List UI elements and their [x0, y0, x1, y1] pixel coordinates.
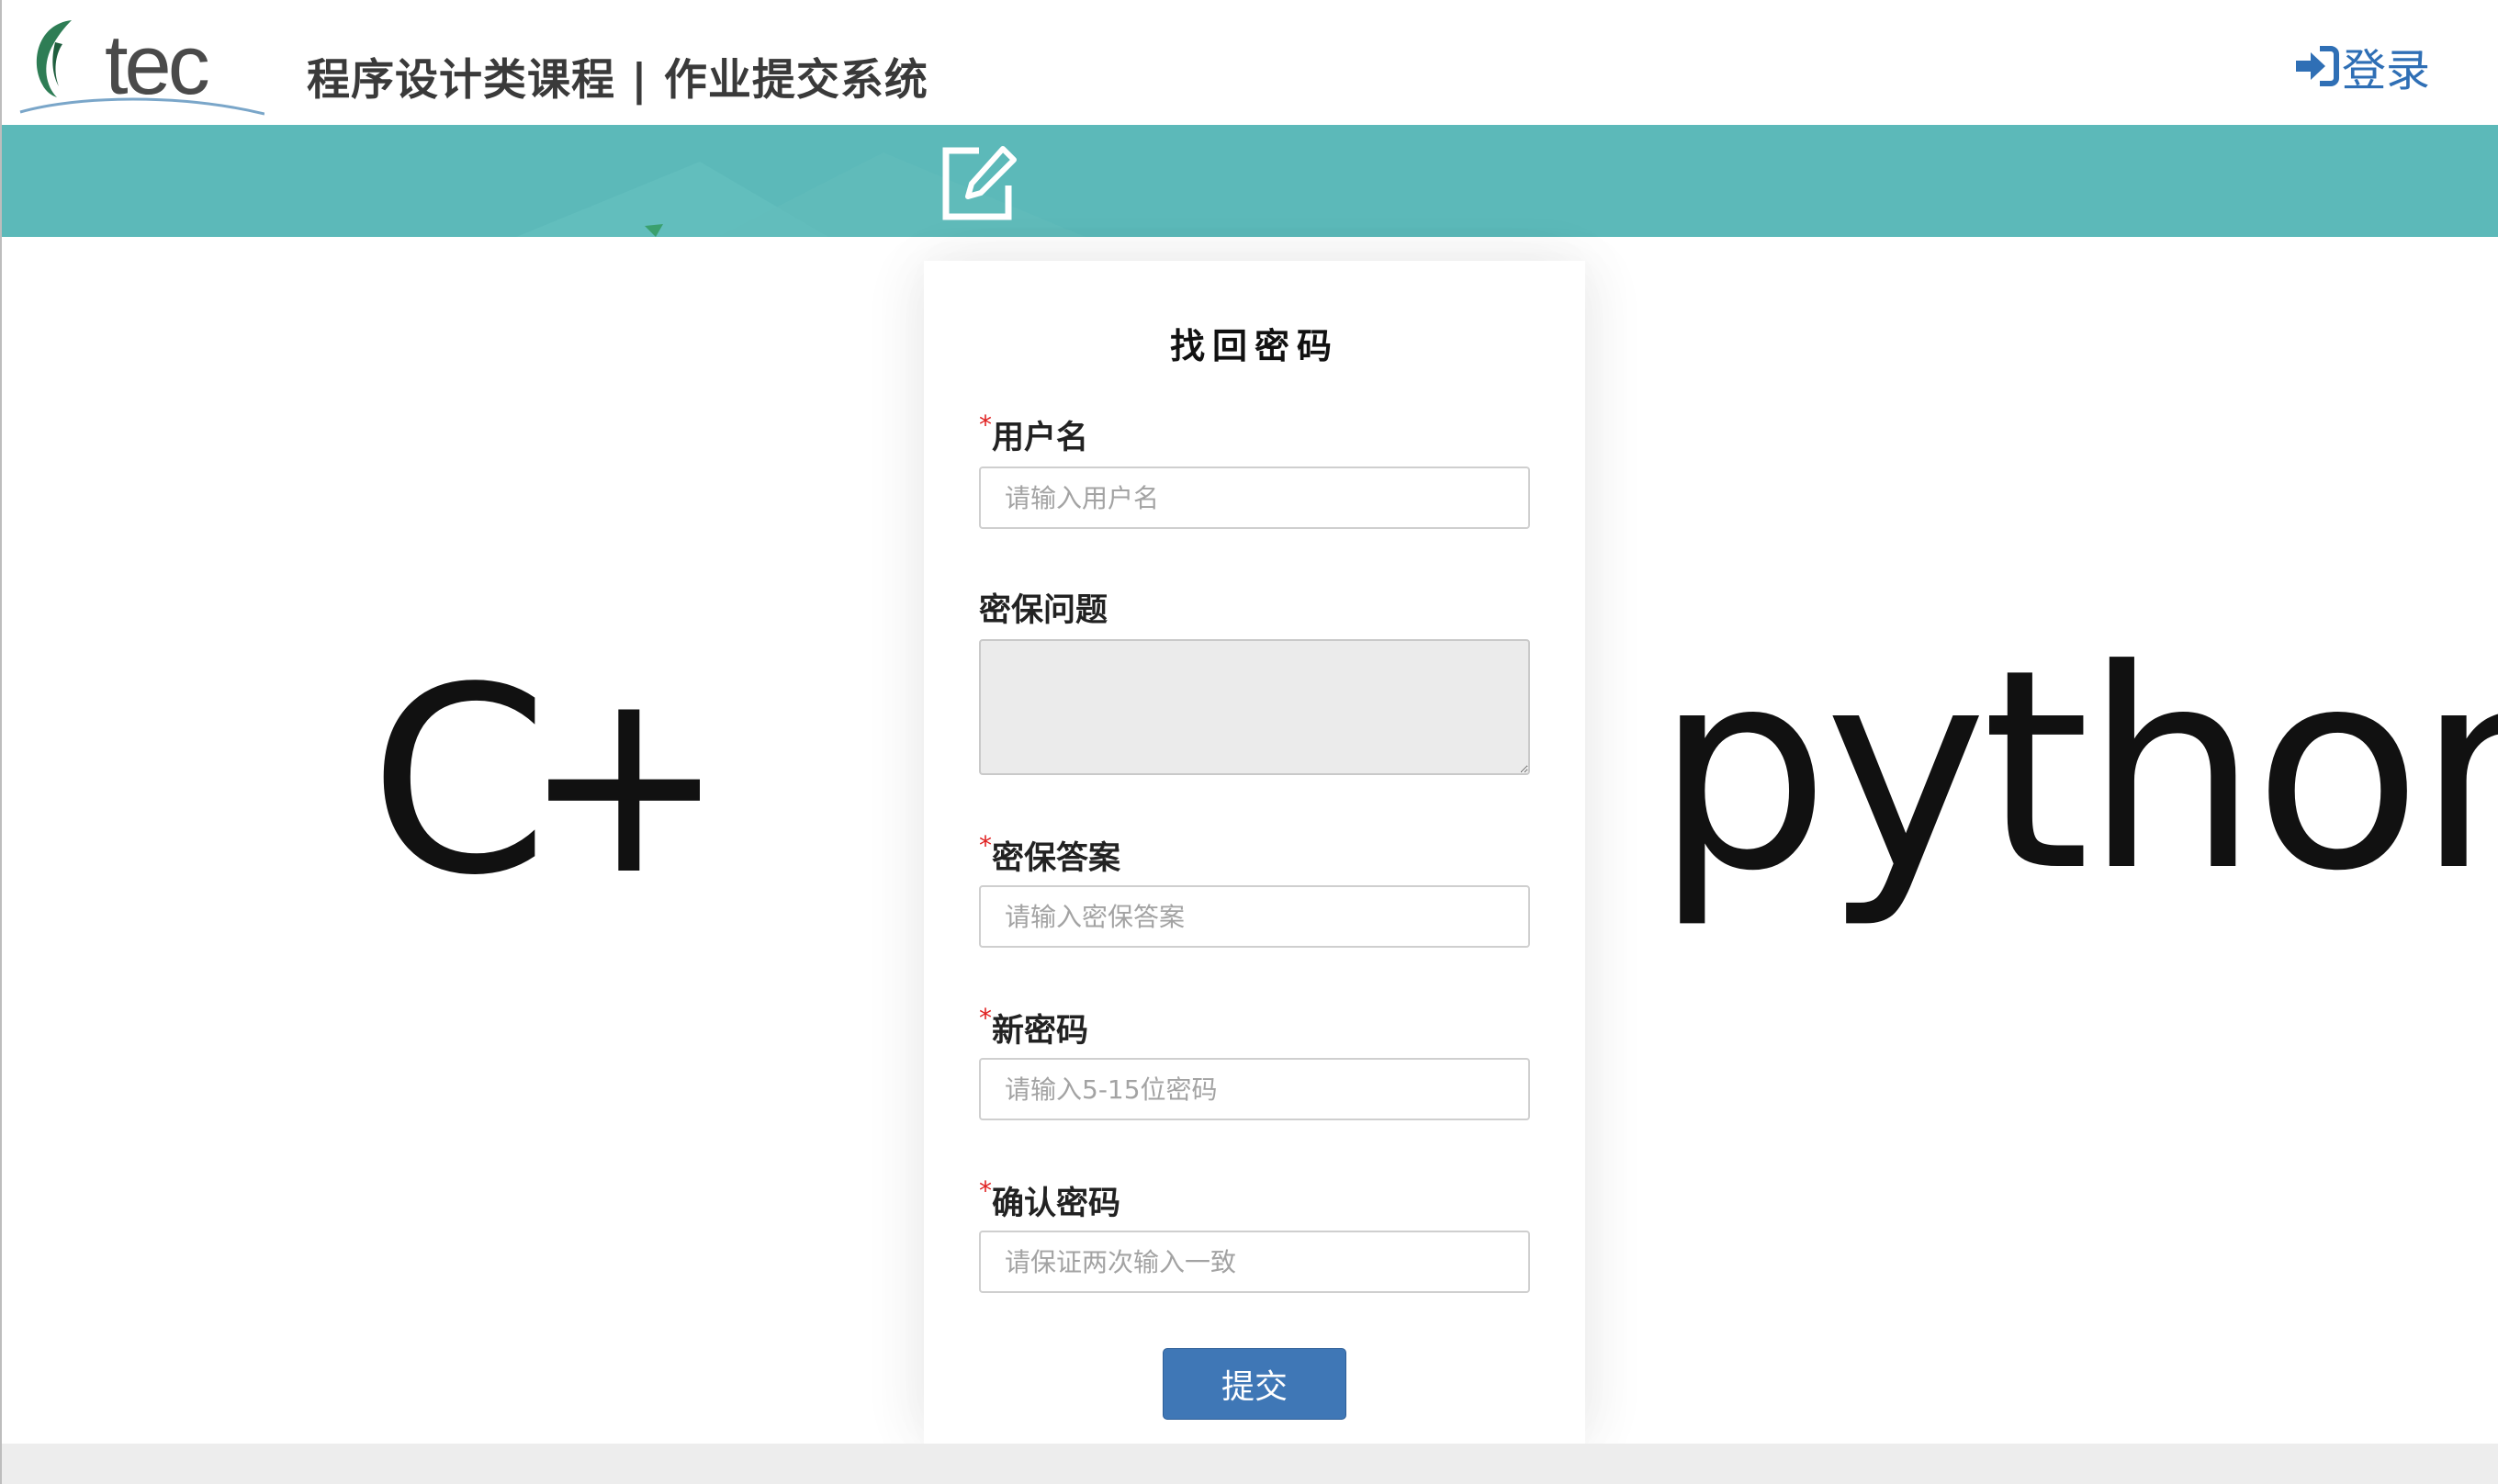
cpp-logo: C++: [369, 643, 700, 918]
new-password-label: *新密码: [979, 1003, 1089, 1050]
edit-icon: [942, 146, 1017, 220]
required-mark: *: [979, 1175, 992, 1206]
header: tec 程序设计类课程 | 作业提交系统 登录: [2, 0, 2498, 125]
username-input[interactable]: [979, 467, 1530, 529]
svg-text:C++: C++: [369, 643, 700, 918]
banner-mountain-decoration: [516, 152, 1086, 237]
banner: [2, 125, 2498, 237]
security-answer-input[interactable]: [979, 885, 1530, 948]
required-mark: *: [979, 830, 992, 860]
login-label: 登录: [2342, 45, 2431, 96]
tec-logo[interactable]: tec: [15, 15, 264, 118]
required-mark: *: [979, 1003, 992, 1033]
security-question-label: 密保问题: [979, 592, 1108, 629]
python-logo: python: [1655, 611, 2498, 931]
footer-bar: [2, 1444, 2498, 1484]
reset-password-card: 找回密码 *用户名 密保问题 *密保答案 *新密码 *确认密码 提交: [924, 261, 1585, 1444]
security-question-textarea[interactable]: [979, 639, 1530, 775]
required-mark: *: [979, 410, 992, 440]
login-link[interactable]: 登录: [2294, 37, 2430, 96]
confirm-password-label: *确认密码: [979, 1175, 1121, 1222]
confirm-password-input[interactable]: [979, 1231, 1530, 1293]
username-label: *用户名: [979, 410, 1089, 456]
site-title: 程序设计类课程 | 作业提交系统: [307, 55, 928, 106]
submit-button[interactable]: 提交: [1163, 1348, 1346, 1420]
sign-in-icon: [2296, 46, 2339, 86]
new-password-input[interactable]: [979, 1058, 1530, 1120]
security-answer-label: *密保答案: [979, 830, 1121, 877]
form-title: 找回密码: [1169, 326, 1339, 366]
